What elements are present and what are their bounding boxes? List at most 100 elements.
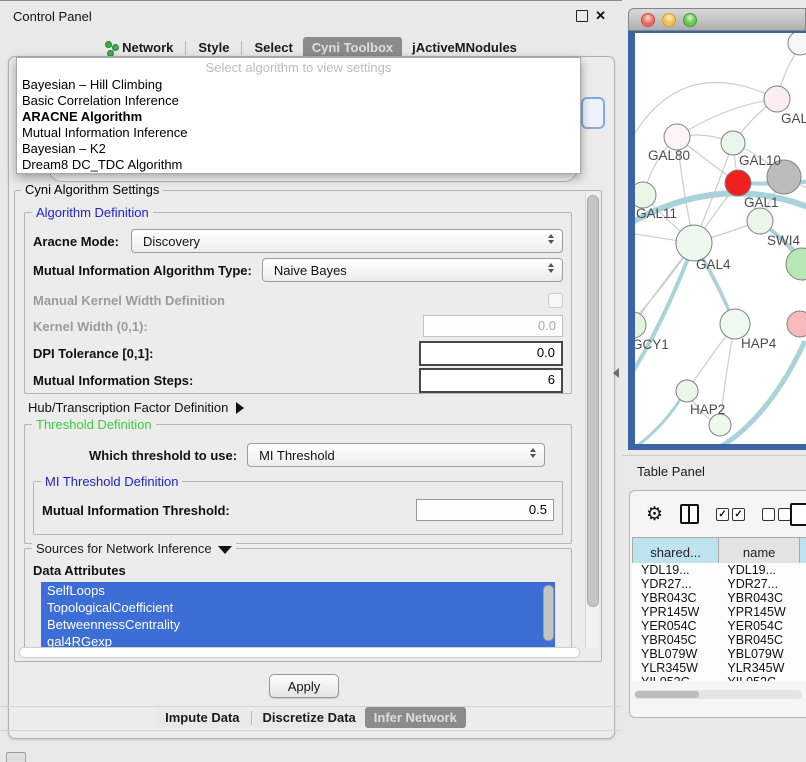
table-rows-viewport: YDL19...YDL19...13YDR27...YDR27...12YBR0…	[632, 563, 806, 681]
window-zoom-icon[interactable]	[683, 13, 697, 27]
columns-icon[interactable]	[680, 504, 699, 524]
list-scrollbar[interactable]	[543, 585, 554, 641]
minimized-panel-icon[interactable]	[6, 752, 26, 762]
dpi-tolerance-input[interactable]: 0.0	[419, 341, 563, 366]
table-toolbar: ⚙ ✓✓	[630, 491, 806, 537]
select-all-icon[interactable]: ✓✓	[716, 508, 745, 521]
network-node-label: GAL80	[648, 148, 690, 163]
network-node[interactable]	[721, 131, 745, 155]
tab-jactivemnodules[interactable]: jActiveMNodules	[403, 37, 526, 58]
apply-button[interactable]: Apply	[269, 674, 339, 698]
which-threshold-combo[interactable]: MI Threshold	[247, 443, 545, 467]
table-row[interactable]: YBR043CYBR043C	[632, 591, 806, 605]
network-node[interactable]	[787, 311, 806, 337]
network-node-label: GAL10	[739, 153, 781, 168]
window-close-icon[interactable]	[641, 13, 655, 27]
mi-threshold-input[interactable]: 0.5	[416, 499, 554, 521]
network-node-label: GAL1	[744, 195, 779, 210]
table-row[interactable]: YPR145WYPR145W9.	[632, 605, 806, 619]
tab-separator	[241, 41, 242, 55]
attribute-list-item[interactable]: SelfLoops	[41, 582, 555, 599]
table-row[interactable]: YBL079WYBL079W	[632, 647, 806, 661]
control-panel-title: Control Panel	[13, 9, 92, 24]
table-row[interactable]: YLR345WYLR345W9.	[632, 661, 806, 675]
network-node[interactable]	[764, 86, 790, 112]
settings-vertical-scrollbar[interactable]	[585, 193, 599, 648]
scrollbar-thumb[interactable]	[587, 195, 599, 607]
window-minimize-icon[interactable]	[662, 13, 676, 27]
network-node[interactable]	[676, 225, 712, 261]
aracne-mode-label: Aracne Mode:	[33, 234, 119, 249]
kernel-width-input[interactable]: 0.0	[423, 315, 563, 337]
network-canvas-svg: GALGAL80GAL10GAL1GAL11SWI4GAL4GCY1HAP4YH…	[635, 33, 806, 444]
network-node[interactable]	[709, 414, 731, 436]
table-row[interactable]: YDL19...YDL19...13	[632, 563, 806, 577]
network-node[interactable]	[725, 170, 751, 196]
tab-cyni-toolbox[interactable]: Cyni Toolbox	[303, 37, 402, 58]
table-horizontal-scrollbar[interactable]	[634, 690, 802, 699]
expander-collapsed-icon	[236, 402, 244, 414]
export-table-icon[interactable]	[790, 503, 806, 526]
focused-combo-fragment[interactable]	[581, 97, 605, 129]
mi-threshold-definition-group: MI Threshold Definition Mutual Informati…	[33, 481, 563, 535]
attribute-list-item[interactable]: TopologicalCoefficient	[41, 599, 555, 616]
network-node[interactable]	[635, 312, 646, 338]
hub-definition-expander[interactable]: Hub/Transcription Factor Definition	[28, 400, 244, 415]
manual-kernel-width-checkbox[interactable]	[548, 293, 563, 308]
network-node[interactable]	[664, 124, 690, 150]
network-node[interactable]	[786, 248, 806, 280]
tab-style[interactable]: Style	[189, 37, 238, 58]
mi-algorithm-type-combo[interactable]: Naive Bayes	[262, 258, 563, 282]
network-canvas[interactable]: GALGAL80GAL10GAL1GAL11SWI4GAL4GCY1HAP4YH…	[635, 33, 806, 444]
mi-steps-input[interactable]: 6	[419, 368, 563, 393]
combo-stepper-icon	[548, 263, 554, 273]
network-node[interactable]	[720, 309, 750, 339]
table-panel-title: Table Panel	[637, 464, 705, 479]
table-row[interactable]: YDR27...YDR27...12	[632, 577, 806, 591]
node-table: YDL19...YDL19...13YDR27...YDR27...12YBR0…	[632, 563, 806, 681]
dropdown-item-aracne[interactable]: ARACNE Algorithm	[17, 109, 580, 125]
table-panel: ⚙ ✓✓ shared... name A YDL19...YDL19...13…	[629, 490, 806, 718]
dropdown-item[interactable]: Basic Correlation Inference	[17, 93, 580, 109]
table-row[interactable]: YIL052CYIL052C9	[632, 675, 806, 681]
close-icon[interactable]: ✕	[595, 10, 606, 22]
tab-select[interactable]: Select	[245, 37, 301, 58]
dropdown-item[interactable]: Bayesian – Hill Climbing	[17, 77, 580, 93]
data-attributes-list[interactable]: SelfLoopsTopologicalCoefficientBetweenne…	[41, 582, 555, 650]
control-panel-titlebar: Control Panel ✕	[0, 0, 622, 31]
gear-icon[interactable]: ⚙	[646, 505, 663, 524]
network-node[interactable]	[788, 33, 806, 55]
tab-infer-network[interactable]: Infer Network	[365, 707, 466, 728]
divider	[622, 455, 806, 456]
table-row[interactable]: YBR045CYBR045C9.	[632, 633, 806, 647]
aracne-mode-combo[interactable]: Discovery	[131, 229, 563, 253]
network-edge	[635, 395, 683, 444]
tab-discretize-data[interactable]: Discretize Data	[254, 707, 365, 728]
dropdown-item[interactable]: Mutual Information Inference	[17, 125, 580, 141]
threshold-definition-group: Threshold Definition Which threshold to …	[24, 424, 572, 544]
network-node-label: HAP4	[741, 336, 777, 351]
dropdown-item[interactable]: Dream8 DC_TDC Algorithm	[17, 157, 580, 173]
bottom-tabbar: Impute Data Discretize Data Infer Networ…	[0, 707, 622, 728]
network-node[interactable]	[747, 208, 773, 234]
network-window-titlebar[interactable]	[628, 8, 806, 31]
algorithm-definition-group: Algorithm Definition Aracne Mode: Discov…	[24, 212, 572, 394]
dropdown-item[interactable]: Bayesian – K2	[17, 141, 580, 157]
table-row[interactable]: YER054CYER054C8.	[632, 619, 806, 633]
deselect-all-icon[interactable]	[762, 508, 791, 521]
attribute-list-item[interactable]: BetweennessCentrality	[41, 616, 555, 633]
tab-impute-data[interactable]: Impute Data	[156, 707, 248, 728]
network-node[interactable]	[676, 380, 698, 402]
network-node-label: GAL11	[636, 206, 677, 221]
expander-expanded-icon[interactable]	[218, 546, 232, 554]
split-pane-collapse-icon[interactable]	[613, 368, 619, 378]
tab-network[interactable]: Network	[96, 37, 182, 58]
float-window-icon[interactable]	[576, 10, 588, 22]
tab-separator	[251, 711, 252, 725]
scrollbar-thumb[interactable]	[635, 691, 699, 698]
settings-group-title: Cyni Algorithm Settings	[21, 182, 163, 197]
settings-horizontal-scrollbar[interactable]	[19, 647, 580, 658]
network-node[interactable]	[635, 182, 656, 208]
network-tab-icon	[105, 41, 118, 55]
cyni-algorithm-settings-group: Cyni Algorithm Settings Algorithm Defini…	[14, 190, 602, 662]
